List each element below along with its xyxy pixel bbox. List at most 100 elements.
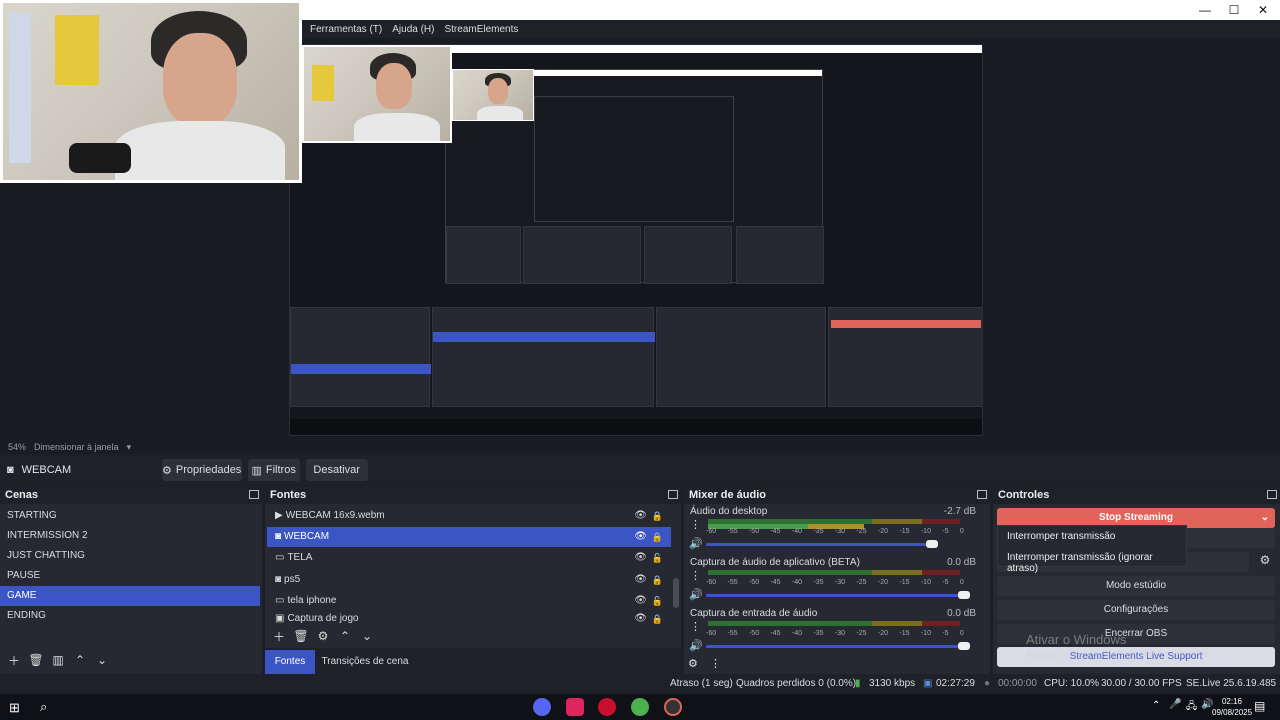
speaker-icon[interactable]: 🔊 <box>689 588 703 601</box>
kebab-icon[interactable]: ⋮ <box>710 657 721 670</box>
scrollbar[interactable] <box>673 578 679 608</box>
scene-item-pause[interactable]: PAUSE <box>0 566 262 586</box>
menu-streamelements[interactable]: StreamElements <box>444 24 518 35</box>
scene-item-just-chatting[interactable]: JUST CHATTING <box>0 546 262 566</box>
close-button[interactable]: ✕ <box>1255 2 1271 18</box>
dock-float-icon[interactable] <box>977 490 987 499</box>
mixer-settings-icon[interactable]: ⚙ <box>688 657 698 670</box>
trash-icon[interactable]: 🗑 <box>26 650 46 670</box>
arrow-down-icon[interactable]: ⌄ <box>92 650 112 670</box>
gear-icon[interactable]: ⚙ <box>1256 553 1274 571</box>
meter-tick-label: -45 <box>770 630 781 637</box>
kebab-icon[interactable]: ⋮ <box>690 569 701 582</box>
studio-mode-button[interactable]: Modo estúdio <box>997 576 1275 596</box>
discord-icon[interactable] <box>533 698 551 716</box>
meter-tick-label: -55 <box>727 579 738 586</box>
tiktok-icon[interactable] <box>566 698 584 716</box>
menu-item-stop[interactable]: Interromper transmissão <box>998 526 1186 547</box>
volume-slider[interactable] <box>706 642 970 650</box>
chrome-icon[interactable] <box>631 698 649 716</box>
slider-knob[interactable] <box>926 540 938 548</box>
obs-icon[interactable] <box>664 698 682 716</box>
speaker-icon[interactable]: 🔊 <box>689 537 703 550</box>
lock-icon[interactable]: 🔒 <box>652 527 663 547</box>
meter-tick-label: -35 <box>813 528 824 535</box>
tab-transitions[interactable]: Transições de cena <box>320 650 410 674</box>
scene-item-game[interactable]: GAME <box>0 586 260 606</box>
minimize-button[interactable]: — <box>1197 2 1213 18</box>
maximize-button[interactable]: ☐ <box>1226 2 1242 18</box>
chevron-down-icon[interactable]: ⌄ <box>1261 508 1269 528</box>
dock-float-icon[interactable] <box>1267 490 1277 499</box>
arrow-up-icon[interactable]: ⌃ <box>70 650 90 670</box>
monitor-icon: ▭ <box>275 552 285 563</box>
opera-icon[interactable] <box>598 698 616 716</box>
lock-icon[interactable]: 🔒 <box>652 506 663 526</box>
arrow-up-icon[interactable]: ⌃ <box>335 626 355 646</box>
search-icon[interactable]: ⌕ <box>40 699 47 715</box>
scene-item-starting[interactable]: STARTING <box>0 506 262 526</box>
source-item[interactable]: ▣ Captura de jogo 👁 🔒 <box>267 612 671 626</box>
lock-icon[interactable]: 🔒 <box>652 570 663 590</box>
slider-knob[interactable] <box>958 642 970 650</box>
eye-icon[interactable]: 👁 <box>634 591 647 611</box>
filters-button[interactable]: ▥ Filtros <box>247 459 300 481</box>
filter-icon[interactable]: ▥ <box>48 650 68 670</box>
zoom-bar[interactable]: 54% Dimensionar à janela ▾ <box>0 440 1280 454</box>
meter-tick-label: -25 <box>856 579 867 586</box>
signal-icon: ▮ <box>855 678 861 689</box>
slider-knob[interactable] <box>958 591 970 599</box>
dock-float-icon[interactable] <box>668 490 678 499</box>
unlock-icon[interactable]: 🔓 <box>652 548 663 568</box>
chevron-down-icon[interactable]: ▾ <box>127 442 132 453</box>
menu-help[interactable]: Ajuda (H) <box>392 24 434 35</box>
notification-icon[interactable]: ▤ <box>1254 699 1265 713</box>
unlock-icon[interactable]: 🔓 <box>652 591 663 611</box>
source-item[interactable]: ▶ WEBCAM 16x9.webm 👁 🔒 <box>267 506 671 526</box>
lock-icon[interactable]: 🔒 <box>652 612 663 626</box>
eye-icon[interactable]: 👁 <box>634 527 647 547</box>
source-item[interactable]: ▭ tela iphone 👁 🔓 <box>267 591 671 611</box>
add-icon[interactable]: ＋ <box>4 650 24 670</box>
source-item[interactable]: ◙ ps5 👁 🔒 <box>267 570 671 590</box>
tray-chevron-icon[interactable]: ⌃ <box>1152 700 1160 711</box>
meter-tick-label: -60 <box>706 579 717 586</box>
sources-title: Fontes <box>265 486 681 504</box>
stream-time: 02:27:29 <box>936 678 975 689</box>
volume-slider[interactable] <box>706 540 938 548</box>
source-label: TELA <box>287 552 313 563</box>
kebab-icon[interactable]: ⋮ <box>690 518 701 531</box>
eye-icon[interactable]: 👁 <box>634 506 647 526</box>
source-item[interactable]: ▭ TELA 👁 🔓 <box>267 548 671 568</box>
speaker-icon[interactable]: 🔊 <box>689 639 703 652</box>
settings-button[interactable]: Configurações <box>997 600 1275 620</box>
menu-tools[interactable]: Ferramentas (T) <box>310 24 382 35</box>
network-icon[interactable]: 🖧 <box>1186 699 1197 716</box>
scene-item-intermission-2[interactable]: INTERMISSION 2 <box>0 526 262 546</box>
kebab-icon[interactable]: ⋮ <box>690 620 701 633</box>
stop-streaming-label: Stop Streaming <box>1099 512 1173 523</box>
camera-icon: ◙ <box>275 574 282 585</box>
source-item-selected[interactable]: ◙ WEBCAM 👁 🔒 <box>267 527 671 547</box>
microphone-icon[interactable]: 🎤 <box>1169 699 1181 710</box>
windows-start-icon[interactable]: ⊞ <box>9 700 20 716</box>
volume-slider[interactable] <box>706 591 970 599</box>
add-icon[interactable]: ＋ <box>269 626 289 646</box>
program-canvas[interactable] <box>289 44 983 436</box>
meter-tick-label: -55 <box>727 630 738 637</box>
dock-float-icon[interactable] <box>249 490 259 499</box>
properties-button[interactable]: ⚙ Propriedades <box>161 459 242 481</box>
eye-icon[interactable]: 👁 <box>634 570 647 590</box>
mixer-dock: Mixer de áudio Áudio do desktop -2.7 dB … <box>684 486 990 674</box>
tab-sources[interactable]: Fontes <box>265 650 315 674</box>
meter-tick-label: -45 <box>770 528 781 535</box>
eye-icon[interactable]: 👁 <box>634 548 647 568</box>
eye-icon[interactable]: 👁 <box>634 612 647 626</box>
deactivate-button[interactable]: Desativar <box>305 459 368 481</box>
trash-icon[interactable]: 🗑 <box>291 626 311 646</box>
clock[interactable]: 02:16 09/08/2025 <box>1212 696 1252 718</box>
scene-item-ending[interactable]: ENDING <box>0 606 262 626</box>
menu-item-stop-ignore-delay[interactable]: Interromper transmissão (ignorar atraso) <box>998 547 1186 579</box>
gear-icon[interactable]: ⚙ <box>313 626 333 646</box>
arrow-down-icon[interactable]: ⌄ <box>357 626 377 646</box>
